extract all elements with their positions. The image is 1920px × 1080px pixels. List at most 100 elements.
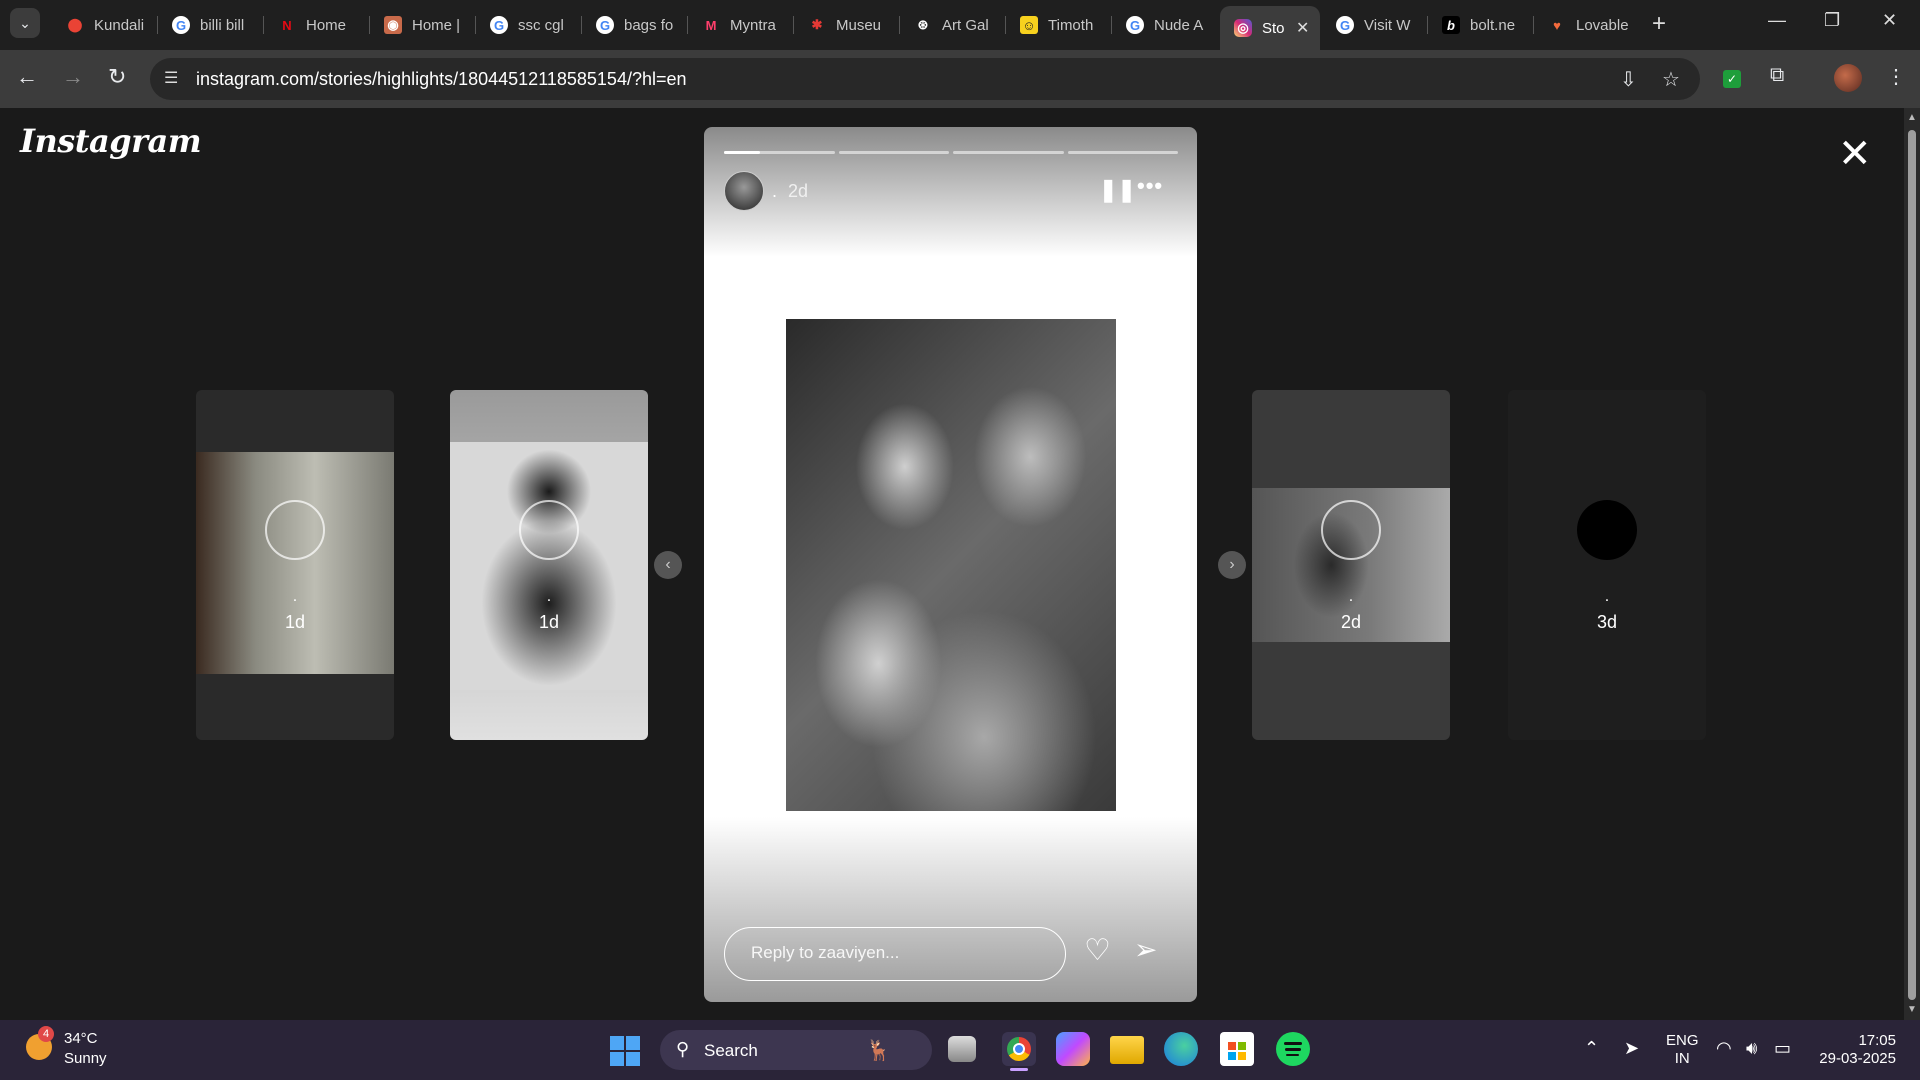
address-bar[interactable]: ☰ instagram.com/stories/highlights/18044… <box>150 58 1700 100</box>
extension-check-icon[interactable]: ✓ <box>1723 70 1741 88</box>
taskbar-search[interactable]: ⚲ Search 🦌 <box>660 1030 932 1070</box>
more-options-icon[interactable]: ••• <box>1137 173 1163 199</box>
scroll-down-arrow-icon[interactable]: ▼ <box>1907 1004 1917 1015</box>
language-code: ENG <box>1666 1032 1699 1049</box>
search-highlight-icon: 🦌 <box>866 1040 891 1062</box>
tab-bolt[interactable]: b bolt.ne <box>1428 6 1534 44</box>
preview-thumbnail <box>450 442 648 690</box>
tab-nude-a[interactable]: G Nude A <box>1112 6 1218 44</box>
tab-lovable[interactable]: ♥ Lovable <box>1534 6 1640 44</box>
google-icon: G <box>490 16 508 34</box>
tab-billi-bill[interactable]: G billi bill <box>158 6 264 44</box>
tab-instagram-stories[interactable]: ◎ Sto ✕ <box>1220 6 1320 50</box>
story-user-avatar[interactable] <box>724 171 764 211</box>
close-stories-icon[interactable]: ✕ <box>1838 134 1872 174</box>
edge-icon[interactable] <box>1164 1032 1198 1066</box>
preview-avatar <box>265 500 325 560</box>
tab-label: ssc cgl <box>518 16 564 34</box>
reply-input[interactable] <box>749 942 1053 964</box>
wifi-icon[interactable]: ◠ <box>1716 1038 1732 1059</box>
scroll-up-arrow-icon[interactable]: ▲ <box>1907 112 1917 123</box>
tab-search-button[interactable]: ⌄ <box>10 8 40 38</box>
reload-button[interactable]: ↻ <box>108 64 126 90</box>
story-preview[interactable]: . 1d <box>450 390 648 740</box>
close-tab-icon[interactable]: ✕ <box>1296 18 1309 38</box>
tab-label: Nude A <box>1154 16 1204 34</box>
tab-ssc-cgl[interactable]: G ssc cgl <box>476 6 582 44</box>
back-button[interactable]: ← <box>16 64 38 90</box>
tab-museum[interactable]: ✱ Museu <box>794 6 900 44</box>
send-icon[interactable]: ➢ <box>1134 933 1157 966</box>
like-heart-icon[interactable]: ♡ <box>1084 933 1111 968</box>
close-window-button[interactable]: ✕ <box>1882 10 1897 31</box>
tab-home[interactable]: ◉ Home | <box>370 6 476 44</box>
tab-label: Home | <box>412 16 461 34</box>
volume-icon[interactable]: 🔊︎ <box>1746 1038 1757 1059</box>
previous-story-button[interactable]: ‹ <box>654 551 682 579</box>
microsoft-store-icon[interactable] <box>1220 1032 1254 1066</box>
location-icon[interactable]: ➤ <box>1624 1038 1639 1059</box>
site-info-icon[interactable]: ☰ <box>164 68 178 88</box>
tab-myntra[interactable]: M Myntra <box>688 6 794 44</box>
next-story-button[interactable]: › <box>1218 551 1246 579</box>
clock-time: 17:05 <box>1858 1032 1896 1049</box>
weather-temperature[interactable]: 34°C <box>64 1030 98 1047</box>
netflix-icon: N <box>282 17 292 33</box>
tab-label: Visit W <box>1364 16 1411 34</box>
site-icon: ☺ <box>1020 16 1038 34</box>
story-photo <box>786 319 1116 811</box>
copilot-icon[interactable] <box>1056 1032 1090 1066</box>
browser-menu-icon[interactable]: ⋮ <box>1886 64 1906 89</box>
heart-icon: ♥ <box>1553 17 1561 33</box>
myntra-icon: M <box>705 17 717 33</box>
forward-button[interactable]: → <box>62 64 84 90</box>
extensions-puzzle-icon[interactable]: ⧉ <box>1770 64 1784 87</box>
weather-condition[interactable]: Sunny <box>64 1050 107 1067</box>
story-preview[interactable]: . 1d <box>196 390 394 740</box>
instagram-stories-page: Instagram ✕ . 1d . 1d ‹ . 2d ❚❚ ••• ♡ ➢ … <box>0 108 1904 1020</box>
pause-icon[interactable]: ❚❚ <box>1099 177 1136 203</box>
new-tab-button[interactable]: + <box>1652 10 1666 38</box>
minimize-button[interactable]: — <box>1768 10 1786 31</box>
battery-icon[interactable]: ▭ <box>1774 1038 1791 1059</box>
windows-start-icon[interactable] <box>610 1036 640 1066</box>
tab-label: Art Gal <box>942 16 989 34</box>
page-scrollbar[interactable]: ▲ ▼ <box>1904 108 1920 1020</box>
scroll-thumb[interactable] <box>1908 130 1916 1000</box>
tab-kundali[interactable]: ⬤ Kundali <box>52 6 158 44</box>
story-preview[interactable]: . 3d <box>1508 390 1706 740</box>
tab-art-gallery[interactable]: ⊛ Art Gal <box>900 6 1006 44</box>
system-clock[interactable]: 17:05 29-03-2025 <box>1818 1032 1896 1068</box>
instagram-logo[interactable]: Instagram <box>20 122 202 160</box>
tab-bags[interactable]: G bags fo <box>582 6 688 44</box>
input-language[interactable]: ENG IN <box>1666 1032 1699 1068</box>
install-app-icon[interactable]: ⇩ <box>1620 67 1637 92</box>
tab-timothy[interactable]: ☺ Timoth <box>1006 6 1112 44</box>
tab-netflix-home[interactable]: N Home <box>264 6 370 44</box>
chevron-down-icon: ⌄ <box>19 14 31 31</box>
story-progress-bars <box>724 151 1178 154</box>
spotify-icon[interactable] <box>1276 1032 1310 1066</box>
url-text[interactable]: instagram.com/stories/highlights/1804451… <box>196 69 687 90</box>
preview-avatar <box>1577 500 1637 560</box>
openai-icon: ⊛ <box>917 17 929 32</box>
story-viewer: . 2d ❚❚ ••• ♡ ➢ <box>704 127 1197 1002</box>
reply-field[interactable] <box>724 927 1066 981</box>
show-hidden-icons-chevron[interactable]: ⌃ <box>1584 1038 1599 1059</box>
chrome-taskbar-item[interactable] <box>1002 1032 1036 1071</box>
maps-icon: ⬤ <box>67 17 83 32</box>
task-view-icon[interactable] <box>948 1036 976 1062</box>
file-explorer-icon[interactable] <box>1110 1036 1144 1064</box>
bookmark-star-icon[interactable]: ☆ <box>1662 67 1680 92</box>
tab-visit-w[interactable]: G Visit W <box>1322 6 1428 44</box>
preview-time: 3d <box>1596 612 1618 632</box>
instagram-icon: ◎ <box>1234 19 1252 37</box>
restore-button[interactable]: ❐ <box>1824 10 1840 31</box>
site-icon: ◉ <box>384 16 402 34</box>
story-preview[interactable]: . 2d <box>1252 390 1450 740</box>
progress-bar <box>953 151 1064 154</box>
search-icon: ⚲ <box>676 1039 690 1059</box>
story-username[interactable]: . <box>772 181 777 202</box>
preview-time: 2d <box>1340 612 1362 632</box>
profile-avatar[interactable] <box>1834 64 1862 92</box>
